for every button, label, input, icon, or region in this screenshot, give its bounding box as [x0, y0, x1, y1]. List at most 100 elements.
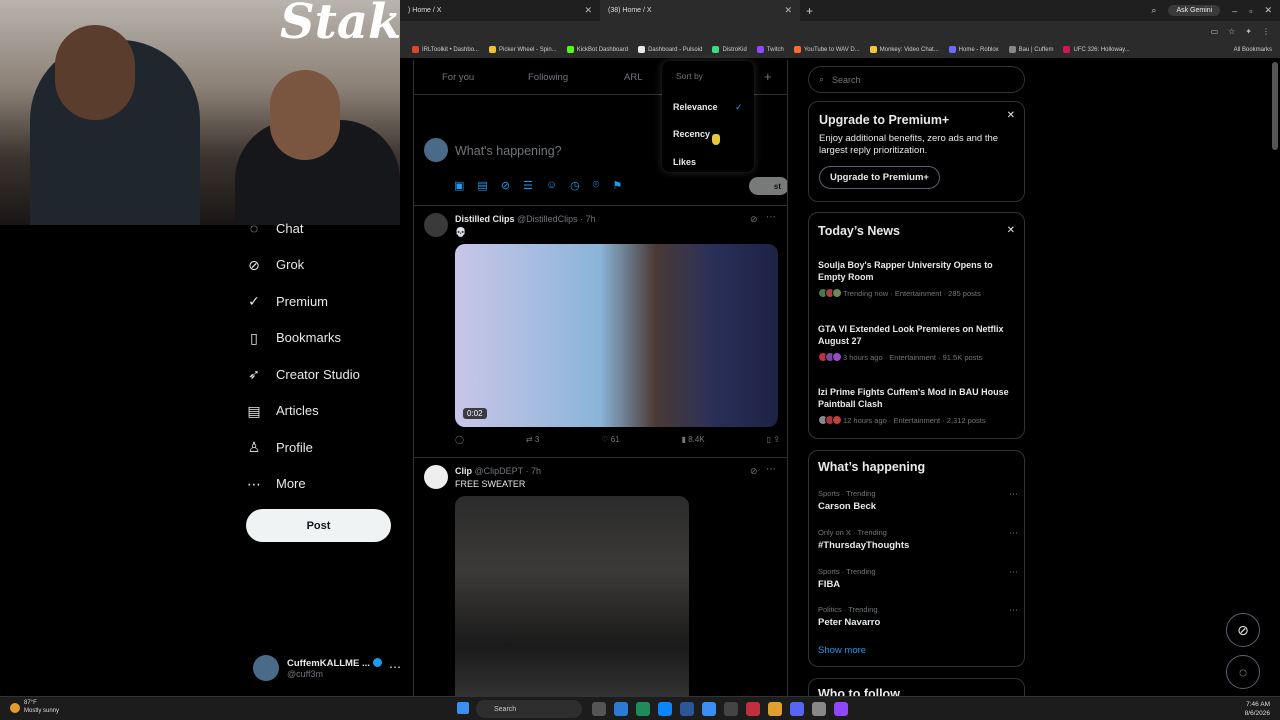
bookmark-item[interactable]: Home - Roblox [948, 46, 999, 53]
tweet[interactable]: Distilled Clips @DistilledClips · 7h ⊘ ⋯… [414, 206, 787, 458]
clock[interactable]: 7:46 AM 8/6/2026 [1245, 700, 1270, 718]
more-icon[interactable]: ⋯ [1009, 528, 1018, 539]
bookmark-icon[interactable]: ▯ ⇪ [767, 435, 780, 444]
address-bar[interactable]: ▭ ☆ ✦ ⋮ [400, 21, 1280, 41]
app-icon[interactable] [834, 702, 848, 716]
nav-item-premium[interactable]: ✓ Premium [246, 283, 406, 320]
app-icon[interactable] [812, 702, 826, 716]
sort-option-likes[interactable]: Likes [673, 157, 696, 167]
trend-item[interactable]: Politics · Trending Peter Navarro ⋯ [818, 605, 1018, 628]
edge-icon[interactable] [658, 702, 672, 716]
trend-item[interactable]: Sports · Trending FIBA ⋯ [818, 567, 1018, 590]
more-icon[interactable]: ⋯ [1009, 489, 1018, 500]
extensions-icon[interactable]: ✦ [1245, 27, 1252, 36]
gif-icon[interactable]: ▤ [477, 179, 487, 192]
tweet-video[interactable]: 0:02 [455, 244, 778, 427]
nav-item-more[interactable]: ⋯ More [246, 466, 406, 503]
reply-icon[interactable]: ◯ [455, 435, 464, 444]
task-view-icon[interactable] [592, 702, 606, 716]
app-icon[interactable] [636, 702, 650, 716]
more-icon[interactable]: ⋯ [766, 464, 776, 475]
bookmark-item[interactable]: IRLToolkit • Dashbo... [412, 46, 479, 53]
nav-item-bookmarks[interactable]: ▯ Bookmarks [246, 320, 406, 357]
windows-start-icon[interactable] [457, 702, 469, 714]
tweet-video[interactable] [455, 496, 689, 696]
tab-arl[interactable]: ARL [624, 72, 642, 83]
messages-fab-icon[interactable]: ◌ [1226, 655, 1260, 689]
bookmark-item[interactable]: Twitch [756, 46, 784, 53]
minimize-icon[interactable]: – [1232, 6, 1237, 16]
close-window-icon[interactable]: ✕ [1264, 5, 1272, 16]
cast-icon[interactable]: ▭ [1211, 27, 1219, 36]
account-switcher[interactable]: CuffemKALLME ... @cuff3m [253, 655, 382, 681]
grok-icon[interactable]: ⊘ [750, 466, 758, 477]
tab-for-you[interactable]: For you [442, 72, 474, 83]
zoom-icon[interactable]: ⌕ [1151, 5, 1156, 16]
nav-item-chat[interactable]: ◌ Chat [246, 210, 406, 247]
nav-item-creator-studio[interactable]: ➶ Creator Studio [246, 356, 406, 393]
more-icon[interactable]: ⋯ [1009, 605, 1018, 616]
close-icon[interactable]: ✕ [1007, 225, 1015, 236]
flag-icon[interactable]: ⚑ [612, 179, 622, 192]
browser-tab[interactable]: ) Home / X ✕ [400, 0, 600, 21]
more-icon[interactable]: ⋯ [1009, 567, 1018, 578]
close-tab-icon[interactable]: ✕ [584, 5, 592, 16]
app-icon[interactable] [702, 702, 716, 716]
upgrade-premium-button[interactable]: Upgrade to Premium+ [819, 165, 940, 189]
nav-item-profile[interactable]: ♙ Profile [246, 429, 406, 466]
add-tab-icon[interactable]: + [764, 69, 772, 84]
star-icon[interactable]: ☆ [1228, 27, 1235, 36]
grok-icon[interactable]: ⊘ [750, 214, 758, 225]
app-icon[interactable] [680, 702, 694, 716]
bookmark-item[interactable]: Bau | Cuffem [1008, 46, 1053, 53]
sort-option-recency[interactable]: Recency [673, 129, 710, 139]
compose-input[interactable]: What's happening? [455, 144, 562, 158]
app-icon[interactable] [724, 702, 738, 716]
views-button[interactable]: ▮ 8.4K [682, 435, 705, 444]
weather-widget[interactable]: 87°F Mostly sunny [10, 700, 59, 716]
bookmark-item[interactable]: Dashboard - Pulsoid [638, 46, 702, 53]
show-more-link[interactable]: Show more [818, 645, 866, 656]
nav-item-grok[interactable]: ⊘ Grok [246, 247, 406, 284]
chrome-icon[interactable] [768, 702, 782, 716]
poll-icon[interactable]: ☰ [523, 179, 533, 192]
trend-item[interactable]: Sports · Trending Carson Beck ⋯ [818, 489, 1018, 512]
compose-post-button[interactable]: st [749, 177, 787, 195]
trend-item[interactable]: Only on X · Trending #ThursdayThoughts ⋯ [818, 528, 1018, 551]
ask-gemini-button[interactable]: Ask Gemini [1168, 5, 1221, 16]
tab-following[interactable]: Following [528, 72, 568, 83]
maximize-icon[interactable]: ▫ [1249, 6, 1252, 16]
bookmark-item[interactable]: UFC 326: Holloway... [1063, 46, 1130, 53]
location-icon[interactable]: ⌾ [593, 179, 600, 192]
tweet[interactable]: Clip @ClipDEPT · 7h ⊘ ⋯ FREE SWEATER [414, 458, 787, 696]
bookmark-item[interactable]: Picker Wheel - Spin... [489, 46, 557, 53]
image-icon[interactable]: ▣ [454, 179, 464, 192]
all-bookmarks-button[interactable]: All Bookmarks [1234, 47, 1272, 53]
search-input[interactable]: ⌕ Search [808, 66, 1025, 93]
close-icon[interactable]: ✕ [1007, 110, 1015, 121]
scrollbar[interactable] [1272, 62, 1278, 150]
browser-tab-active[interactable]: (38) Home / X ✕ [600, 0, 800, 21]
app-icon[interactable] [614, 702, 628, 716]
emoji-icon[interactable]: ☺ [546, 179, 557, 192]
schedule-icon[interactable]: ◷ [570, 179, 580, 192]
taskbar-search[interactable]: Search [476, 700, 582, 718]
news-item[interactable]: GTA VI Extended Look Premieres on Netfli… [818, 323, 1018, 363]
news-item[interactable]: Soulja Boy's Rapper University Opens to … [818, 259, 1018, 299]
app-icon[interactable] [746, 702, 760, 716]
menu-icon[interactable]: ⋮ [1262, 27, 1270, 36]
grok-fab-icon[interactable]: ⊘ [1226, 613, 1260, 647]
bookmark-item[interactable]: Monkey: Video Chat... [869, 46, 939, 53]
bookmark-item[interactable]: KickBot Dashboard [566, 46, 628, 53]
post-button[interactable]: Post [246, 509, 391, 542]
more-icon[interactable]: ⋯ [766, 212, 776, 223]
account-more-icon[interactable]: ⋯ [389, 660, 401, 674]
like-button[interactable]: ♡ 61 [601, 435, 619, 444]
repost-button[interactable]: ⇄ 3 [526, 435, 539, 444]
grok-icon[interactable]: ⊘ [501, 179, 510, 192]
bookmark-item[interactable]: DistroKid [712, 46, 747, 53]
sort-option-relevance[interactable]: Relevance [673, 102, 718, 112]
news-item[interactable]: Izi Prime Fights Cuffem's Mod in BAU Hou… [818, 386, 1018, 426]
bookmark-item[interactable]: YouTube to WAV D... [793, 46, 860, 53]
discord-icon[interactable] [790, 702, 804, 716]
